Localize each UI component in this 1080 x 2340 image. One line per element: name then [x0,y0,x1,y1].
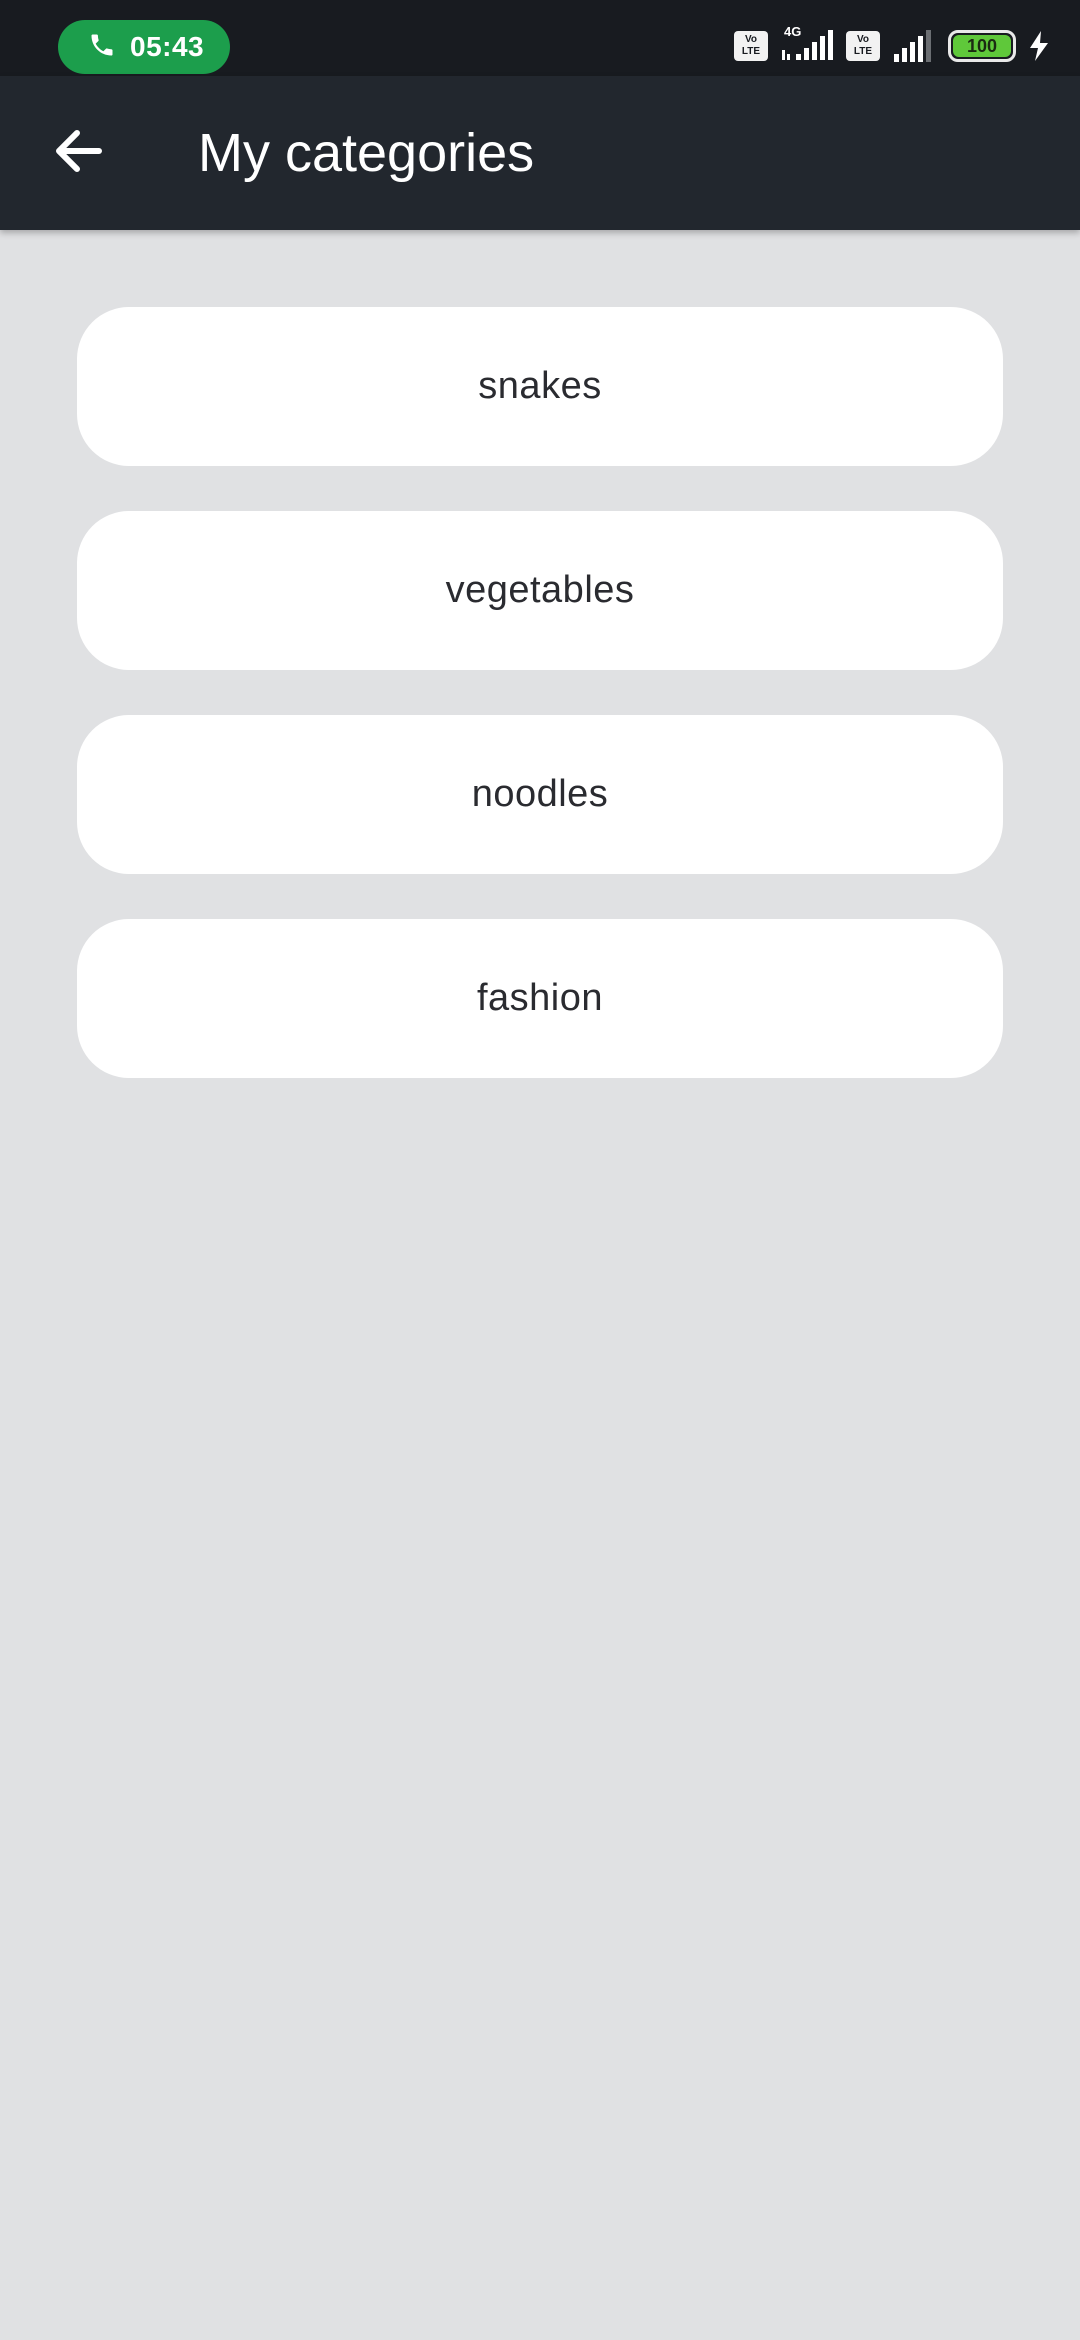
signal-icon [892,30,936,62]
battery-icon: 100 [948,30,1016,62]
battery-level: 100 [966,35,998,56]
category-item-vegetables[interactable]: vegetables [77,511,1003,670]
back-button[interactable] [40,116,114,190]
category-label: vegetables [445,569,635,611]
page-title: My categories [198,123,535,183]
category-item-snakes[interactable]: snakes [77,307,1003,466]
category-label: snakes [478,365,602,407]
category-list: snakes vegetables noodles fashion [77,307,1003,1123]
battery-fill: 100 [953,35,1011,57]
volte-icon-sim2: Vo LTE [846,31,880,61]
phone-icon [88,31,116,64]
network-4g-signal-icon: 4G [780,24,834,64]
category-item-noodles[interactable]: noodles [77,715,1003,874]
network-type-label: 4G [784,24,802,39]
status-icons: Vo LTE 4G Vo LTE 100 [734,24,1050,68]
category-label: noodles [471,773,609,815]
call-timer: 05:43 [130,31,205,62]
category-item-fashion[interactable]: fashion [77,919,1003,1078]
status-bar: 05:43 Vo LTE 4G Vo LTE 100 [0,0,1080,76]
charging-icon [1028,31,1050,61]
category-label: fashion [476,977,604,1019]
app-bar: My categories [0,76,1080,230]
arrow-left-icon [51,125,103,182]
ongoing-call-pill[interactable]: 05:43 [58,20,230,74]
volte-icon: Vo LTE [734,31,768,61]
